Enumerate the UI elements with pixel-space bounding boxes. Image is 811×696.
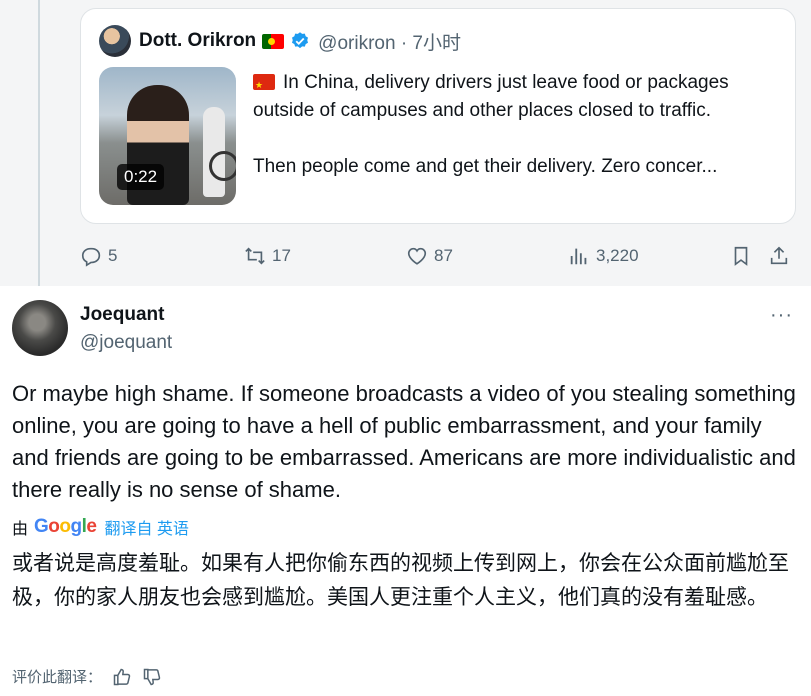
quoted-tweet-header: Dott. Orikron @orikron · 7小时 [99,25,461,57]
thumbs-down-icon[interactable] [142,667,162,687]
thumbnail-bicycle-wheel [209,151,236,181]
reply-body-text: Or maybe high shame. If someone broadcas… [12,381,796,502]
bookmark-icon [734,246,748,266]
parent-tweet-area: Dott. Orikron @orikron · 7小时 0:22 In Chi… [0,0,811,286]
reply-display-name[interactable]: Joequant [80,304,164,326]
like-button[interactable]: 87 [406,236,453,276]
like-count: 87 [434,246,453,265]
google-logo: Google [34,516,97,537]
translation-attribution: 由 Google 翻译自 英语 [12,515,189,539]
reply-count: 5 [108,246,118,265]
video-thumbnail[interactable]: 0:22 [99,67,236,205]
retweet-button[interactable]: 17 [244,236,291,276]
translated-by-label: 由 [12,521,29,538]
share-icon [770,246,788,265]
more-options-button[interactable]: ··· [770,304,793,327]
translated-text: 或者说是高度羞耻。如果有人把你偷东西的视频上传到网上，你会在公众面前尴尬至极，你… [12,551,789,609]
quoted-avatar[interactable] [99,25,131,57]
verified-icon [290,31,310,51]
reply-handle[interactable]: @joequant [80,332,172,354]
quoted-text-line2: Then people come and get their delivery.… [253,156,718,177]
quoted-tweet-text: In China, delivery drivers just leave fo… [253,69,783,181]
retweet-count: 17 [272,246,291,265]
share-button[interactable] [768,236,796,276]
translate-source-link[interactable]: 翻译自 英语 [104,515,188,539]
tweet-action-bar: 5 17 87 3,220 [0,236,811,276]
quoted-handle-time: @orikron · 7小时 [318,32,461,54]
rate-translation: 评价此翻译： [12,666,162,687]
views-icon [570,248,587,265]
portugal-flag-icon [262,33,285,49]
rate-translation-label: 评价此翻译： [12,669,103,686]
thumbs-up-icon[interactable] [112,667,132,687]
reply-button[interactable]: 5 [80,236,117,276]
reply-icon [81,247,101,267]
quoted-display-name[interactable]: Dott. Orikron [139,30,256,52]
china-flag-icon [253,71,275,99]
retweet-icon [245,247,265,265]
views-button[interactable]: 3,220 [568,236,639,276]
views-count: 3,220 [596,246,639,265]
like-icon [407,247,427,265]
bookmark-button[interactable] [730,236,758,276]
quoted-text-line1: In China, delivery drivers just leave fo… [253,72,729,121]
reply-avatar[interactable] [12,300,68,356]
quoted-tweet-card[interactable]: Dott. Orikron @orikron · 7小时 0:22 In Chi… [80,8,796,224]
video-duration-badge: 0:22 [117,164,165,190]
